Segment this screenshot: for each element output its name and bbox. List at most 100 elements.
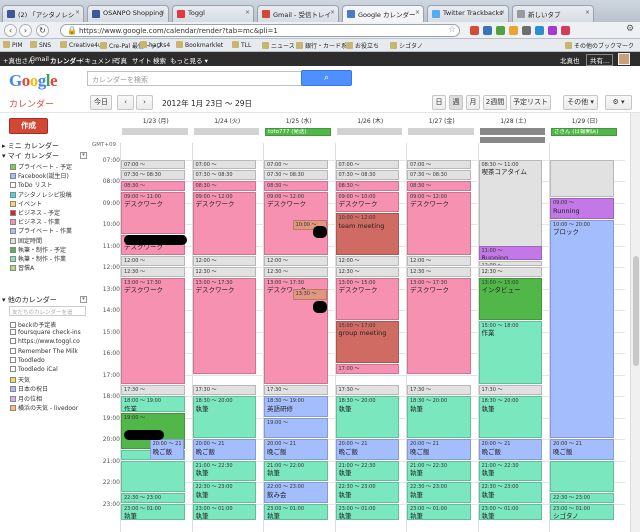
- calendar-event[interactable]: 13:00 ～ 17:30 デスクワーク: [192, 277, 256, 374]
- calendar-event[interactable]: 22:30 ～ 23:00執筆: [407, 482, 471, 503]
- calendar-event[interactable]: 09:00 ～ Running: [550, 198, 614, 219]
- more-menu-button[interactable]: その他 ▾: [563, 95, 598, 110]
- calendar-list-item[interactable]: ToDo リスト: [10, 180, 88, 189]
- calendar-list-item[interactable]: プライベート - 予定: [10, 162, 88, 171]
- prev-week-button[interactable]: ‹: [117, 95, 134, 110]
- bookmark-item[interactable]: Creative4u: [60, 41, 102, 49]
- calendar-event[interactable]: 17:30 ～移動: [478, 385, 542, 396]
- today-button[interactable]: 今日: [90, 95, 112, 110]
- browser-tab[interactable]: Twitter Trackbacks ×: [427, 5, 509, 22]
- create-event-button[interactable]: 作成: [9, 118, 48, 134]
- calendar-event[interactable]: 12:30 ～昼寝: [192, 267, 256, 277]
- browser-tab[interactable]: (2) 「アシタノレシ ×: [2, 5, 84, 22]
- tab-close-icon[interactable]: ×: [330, 9, 335, 16]
- share-button[interactable]: 共有...: [586, 54, 614, 66]
- calendar-event[interactable]: 20:00 ～ 21 晩ご飯: [478, 439, 542, 460]
- next-week-button[interactable]: ›: [136, 95, 153, 110]
- calendar-event[interactable]: 12:30 ～昼寝: [264, 267, 328, 277]
- bookmark-item[interactable]: SNS: [30, 41, 51, 49]
- calendar-event[interactable]: 23:00 ～ 01:00 執筆: [335, 503, 399, 520]
- calendar-event[interactable]: 20:00 ～ 21 晩ご飯: [264, 439, 328, 460]
- calendar-event[interactable]: [550, 159, 614, 198]
- address-bar[interactable]: 🔒 https://www.google.com/calendar/render…: [60, 24, 460, 37]
- calendar-list-item[interactable]: ビジネス - 作業: [10, 217, 88, 226]
- calendar-event[interactable]: 18:30 ～ 20:00 執筆: [478, 396, 542, 439]
- settings-button[interactable]: ⚙ ▾: [605, 95, 632, 110]
- calendar-event[interactable]: 23:00 ～ 01:00 執筆: [192, 503, 256, 520]
- wrench-icon[interactable]: ⚙: [626, 24, 634, 34]
- calendar-event[interactable]: 21:00 ～ 22:30 執筆: [478, 460, 542, 482]
- calendar-list-item[interactable]: beckの予定表: [10, 320, 88, 329]
- calendar-list-item[interactable]: 横浜の天気 - livedoor: [10, 403, 88, 412]
- other-bookmarks[interactable]: その他のブックマーク: [565, 41, 634, 50]
- calendar-event[interactable]: 22:00 ～ 23:00 飲み会: [264, 482, 328, 503]
- browser-tab[interactable]: Google カレンダー ×: [342, 5, 424, 22]
- calendar-event[interactable]: 07:30 ～ 08:30通勤: [121, 170, 185, 181]
- calendar-list-item[interactable]: 固定時間: [10, 236, 88, 245]
- calendar-event[interactable]: 19:00 ～: [264, 417, 328, 439]
- calendar-event[interactable]: 07:30 ～ 08:30通勤: [264, 170, 328, 181]
- view-button[interactable]: 週: [449, 95, 463, 110]
- calendar-event[interactable]: 13:00 ～ 15:00 インタビュー: [478, 277, 542, 320]
- calendar-event[interactable]: 17:30 ～移動: [121, 385, 185, 396]
- day-header[interactable]: 1/26 (木): [335, 116, 407, 125]
- calendar-event[interactable]: 23:00 ～ 01:00 執筆: [478, 503, 542, 520]
- tab-close-icon[interactable]: ×: [585, 9, 590, 16]
- calendar-event[interactable]: 21:00 ～ 22:30 執筆: [192, 460, 256, 482]
- calendar-event[interactable]: 22:30 ～ 23:00執筆: [550, 492, 614, 503]
- calendar-event[interactable]: 09:00 ～ 10:00 デスクワーク: [335, 191, 399, 213]
- bookmark-item[interactable]: hacks4: [140, 41, 170, 49]
- calendar-event[interactable]: 21:00 ～ 22:30 執筆: [335, 460, 399, 482]
- gbar-item[interactable]: ドキュメント: [78, 55, 117, 65]
- calendar-event[interactable]: 09:00 ～ 11:00 デスクワーク: [121, 191, 185, 234]
- bookmark-item[interactable]: 銀行・カード系: [296, 41, 347, 50]
- calendar-event[interactable]: 23:00 ～ 01:00 執筆: [121, 503, 185, 520]
- calendar-event[interactable]: 10:00 ～ 20:00 ブロック: [550, 219, 614, 439]
- browser-tab[interactable]: Toggl ×: [172, 5, 254, 22]
- calendar-list-item[interactable]: 習慣A: [10, 263, 88, 272]
- view-button[interactable]: 月: [466, 95, 480, 110]
- forward-button[interactable]: ›: [19, 24, 32, 37]
- calendar-event[interactable]: 22:30 ～ 23:00執筆: [478, 482, 542, 503]
- allday-event[interactable]: toto777 (発送): [265, 128, 331, 136]
- calendar-event[interactable]: 07:30 ～ 08:30通勤: [335, 170, 399, 181]
- allday-slot[interactable]: [336, 128, 402, 135]
- calendar-event[interactable]: 12:00 ～昼飯: [407, 256, 471, 267]
- my-calendars-toggle[interactable]: ▾ マイ カレンダー: [2, 151, 59, 161]
- calendar-event[interactable]: 18:00 ～ 19:00 作業: [121, 396, 185, 413]
- calendar-list-item[interactable]: ビジネス - 予定: [10, 208, 88, 217]
- reload-button[interactable]: ↻: [36, 24, 49, 37]
- allday-slot[interactable]: [193, 128, 259, 135]
- calendar-event[interactable]: 18:30 ～ 20:00 執筆: [407, 396, 471, 439]
- calendar-list-item[interactable]: Toodledo iCal: [10, 366, 88, 373]
- calendar-event[interactable]: 23:00 ～ 01:00 シゴタノ: [550, 503, 614, 520]
- day-header[interactable]: 1/25 (水): [263, 116, 335, 125]
- calendar-list-item[interactable]: 日本の祝日: [10, 384, 88, 393]
- calendar-event[interactable]: 10:00 ～ 12:00 team meeting: [335, 213, 399, 256]
- calendar-event[interactable]: 20:00 ～ 21 晩ご飯: [149, 439, 185, 460]
- calendar-event[interactable]: 13:00 ～ 17:30 デスクワーク: [121, 277, 185, 385]
- calendar-event[interactable]: [550, 460, 614, 492]
- gbar-item[interactable]: Gmail: [30, 55, 49, 63]
- calendar-list-item[interactable]: foursquare check-ins: [10, 329, 88, 336]
- tab-close-icon[interactable]: ×: [245, 9, 250, 16]
- calendar-event[interactable]: 08:30 ～日次計画(メー: [335, 181, 399, 191]
- calendar-event[interactable]: 20:00 ～ 21 晩ご飯: [335, 439, 399, 460]
- calendar-event[interactable]: 13:30 ～: [292, 288, 328, 301]
- view-button[interactable]: 日: [432, 95, 446, 110]
- view-button[interactable]: 予定リスト: [510, 95, 551, 110]
- calendar-event[interactable]: 13:00 ～ 15:00 デスクワーク: [335, 277, 399, 320]
- user-name[interactable]: 北真也: [560, 55, 580, 65]
- calendar-event[interactable]: 12:30 ～昼寝: [407, 267, 471, 277]
- calendar-event[interactable]: 07:30 ～ 08:30通勤: [407, 170, 471, 181]
- calendar-event[interactable]: [121, 460, 185, 492]
- calendar-event[interactable]: 20:00 ～ 21 晩ご飯: [407, 439, 471, 460]
- calendar-event[interactable]: 08:30 ～日次計画(メー: [192, 181, 256, 191]
- calendar-list-item[interactable]: Remember The Milk: [10, 347, 88, 355]
- calendar-event[interactable]: 17:30 ～移動: [264, 385, 328, 396]
- day-header[interactable]: 1/29 (日): [549, 116, 621, 125]
- calendar-event[interactable]: 12:00 ～昼飯: [121, 256, 185, 267]
- back-button[interactable]: ‹: [4, 24, 17, 37]
- day-header[interactable]: 1/28 (土): [478, 116, 550, 125]
- day-header[interactable]: 1/24 (火): [192, 116, 264, 125]
